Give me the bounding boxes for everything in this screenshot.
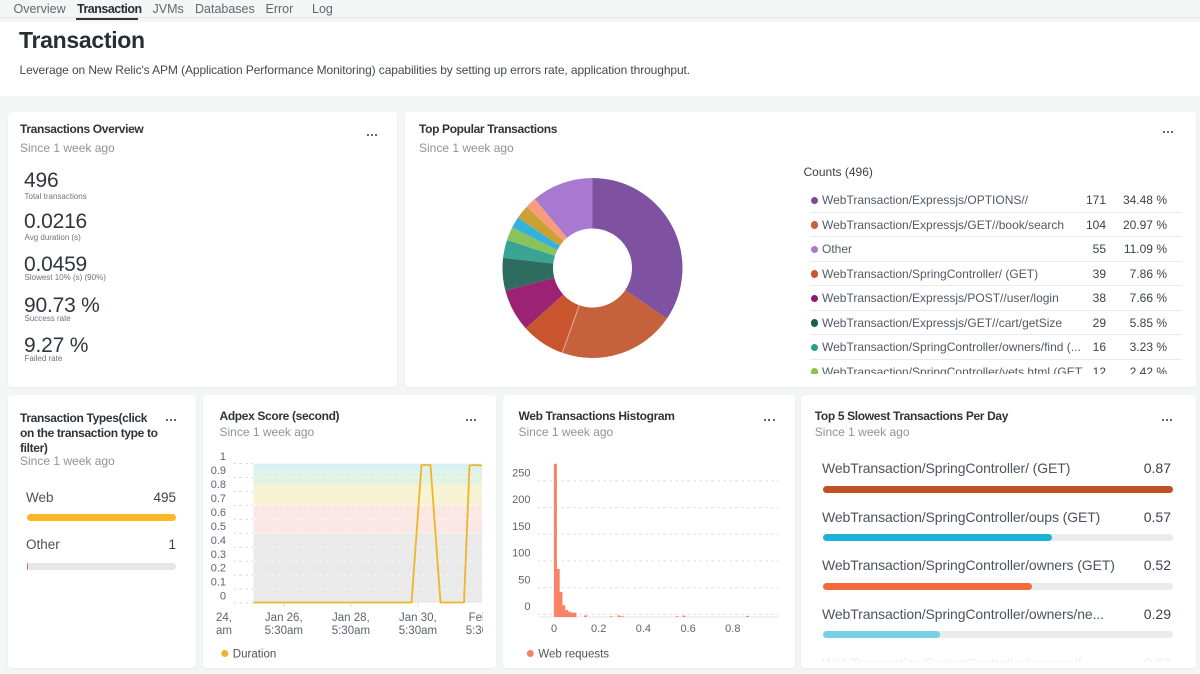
svg-text:100: 100 (512, 548, 530, 560)
svg-text:0.2: 0.2 (591, 623, 606, 635)
svg-text:5:30am: 5:30am (466, 625, 483, 637)
svg-text:am: am (216, 625, 232, 637)
svg-text:0.9: 0.9 (211, 465, 226, 477)
svg-text:0.4: 0.4 (635, 623, 650, 635)
svg-text:200: 200 (512, 494, 530, 506)
svg-text:1: 1 (220, 451, 226, 463)
svg-text:Feb 1,: Feb 1, (469, 612, 483, 624)
svg-text:50: 50 (518, 574, 530, 586)
svg-text:0.1: 0.1 (211, 577, 226, 589)
svg-text:0.4: 0.4 (211, 535, 226, 547)
svg-text:150: 150 (512, 521, 530, 533)
svg-text:24,: 24, (216, 612, 232, 624)
svg-text:0: 0 (220, 591, 226, 603)
svg-text:0.8: 0.8 (725, 623, 740, 635)
svg-text:Jan 26,: Jan 26, (265, 612, 303, 624)
svg-text:0.3: 0.3 (211, 549, 226, 561)
svg-text:0.8: 0.8 (211, 479, 226, 491)
svg-text:0.7: 0.7 (211, 493, 226, 505)
svg-text:5:30am: 5:30am (265, 625, 303, 637)
svg-text:0.5: 0.5 (211, 521, 226, 533)
svg-text:0.6: 0.6 (680, 623, 695, 635)
svg-text:0: 0 (550, 623, 556, 635)
svg-text:5:30am: 5:30am (332, 625, 370, 637)
svg-text:250: 250 (512, 468, 530, 480)
svg-text:Jan 30,: Jan 30, (399, 612, 437, 624)
svg-text:0.6: 0.6 (211, 507, 226, 519)
svg-text:Jan 28,: Jan 28, (332, 612, 370, 624)
svg-text:0.2: 0.2 (211, 563, 226, 575)
svg-text:0: 0 (524, 601, 530, 613)
svg-text:Duration: Duration (233, 649, 276, 661)
svg-text:Web requests: Web requests (538, 649, 609, 661)
svg-text:5:30am: 5:30am (399, 625, 437, 637)
